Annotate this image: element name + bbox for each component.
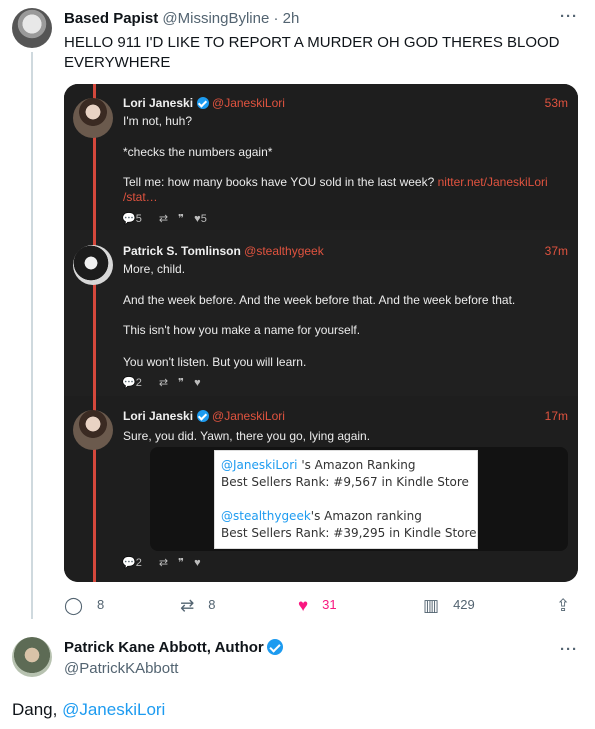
embedded-text: Tell me: how many books have YOU sold in… [123,175,438,189]
reply-icon: 💬5 [122,213,142,225]
reply-icon: 💬2 [122,557,142,569]
reply-author-handle[interactable]: @PatrickKAbbott [64,660,178,677]
embedded-header: Patrick S. Tomlinson @stealthygeek [123,244,324,258]
reply-icon: 💬2 [122,377,142,389]
embedded-name: Lori Janeski [123,409,194,423]
heart-icon: ♥ [194,377,201,389]
avatar-based-papist[interactable] [12,8,52,48]
embedded-line: Tell me: how many books have YOU sold in… [123,175,563,205]
reply-text: Dang, @JaneskiLori [12,700,166,719]
ranking-line: @stealthygeek's Amazon ranking [221,509,422,523]
ranking-line: Best Sellers Rank: #9,567 in Kindle Stor… [221,475,469,489]
retweet-icon: ⇄ [158,557,169,569]
embedded-line: And the week before. And the week before… [123,293,516,307]
reply-button[interactable]: ◯ 8 [64,596,104,616]
share-icon: ⇪ [556,596,571,615]
author-handle[interactable]: @MissingByline [162,10,269,27]
reply-icon: ◯ [64,596,84,615]
avatar-lori [73,98,113,138]
embedded-name: Patrick S. Tomlinson [123,244,241,258]
share-button[interactable]: ⇪ [556,596,584,616]
reply-author-name[interactable]: Patrick Kane Abbott, Author [64,639,283,656]
embedded-handle: @JaneskiLori [212,409,285,423]
embedded-header: Lori Janeski @JaneskiLori [123,409,285,423]
embedded-header: Lori Janeski @JaneskiLori [123,96,285,110]
embedded-link-cont: /stat… [123,190,158,204]
embedded-thread-line [93,84,96,582]
quote-icon: ❞ [178,377,185,389]
heart-icon: ♥ [194,557,201,569]
embedded-stats: 💬2 ⇄ ❞ ♥ [122,556,208,569]
retweet-button[interactable]: ⇄ 8 [180,596,215,616]
separator: · [273,10,279,27]
embedded-line: This isn't how you make a name for yours… [123,323,361,337]
more-icon[interactable]: ··· [560,8,578,25]
embedded-line: You won't listen. But you will learn. [123,355,307,369]
embedded-time: 37m [544,244,568,258]
embedded-time: 17m [544,409,568,423]
tweet-time[interactable]: 2h [283,10,300,27]
ranking-line: Best Sellers Rank: #39,295 in Kindle Sto… [221,526,477,540]
amazon-ranking-screenshot: @JaneskiLori 's Amazon Ranking Best Sell… [214,450,478,549]
embedded-link: nitter.net/JaneskiLori [437,175,548,189]
avatar-patrick-abbott[interactable] [12,637,52,677]
views-button[interactable]: ▥ 429 [423,596,475,616]
embedded-stats: 💬5 ⇄ ❞ ♥5 [122,212,221,225]
verified-icon [197,97,210,109]
embedded-name: Lori Janeski [123,96,194,110]
embedded-line: *checks the numbers again* [123,145,273,159]
quote-icon: ❞ [178,213,185,225]
avatar-lori [73,410,113,450]
tweet-text: HELLO 911 I'D LIKE TO REPORT A MURDER OH… [64,34,560,71]
more-icon[interactable]: ··· [560,641,578,658]
embedded-handle: @JaneskiLori [212,96,285,110]
author-name[interactable]: Based Papist [64,10,158,27]
avatar-patrick [73,245,113,285]
mention-link[interactable]: @JaneskiLori [62,700,165,719]
views-icon: ▥ [423,596,440,615]
embedded-handle: @stealthygeek [244,244,324,258]
tweet-header: Based Papist @MissingByline · 2h [64,10,299,27]
heart-icon: ♥ [298,596,309,615]
verified-icon [197,410,210,422]
verified-icon [266,639,283,655]
embedded-line: More, child. [123,262,186,276]
ranking-line: @JaneskiLori 's Amazon Ranking [221,458,416,472]
embedded-line: Sure, you did. Yawn, there you go, lying… [123,429,371,443]
retweet-icon: ⇄ [180,596,195,615]
embedded-thread-image[interactable]: Lori Janeski @JaneskiLori 53m I'm not, hu… [64,84,578,582]
like-button[interactable]: ♥ 31 [298,596,337,616]
thread-line [31,52,33,619]
retweet-icon: ⇄ [158,213,169,225]
embedded-stats: 💬2 ⇄ ❞ ♥ [122,376,208,389]
embedded-time: 53m [544,96,568,110]
retweet-icon: ⇄ [158,377,169,389]
embedded-line: I'm not, huh? [123,114,192,128]
heart-icon: ♥5 [194,213,207,225]
quote-icon: ❞ [178,557,185,569]
